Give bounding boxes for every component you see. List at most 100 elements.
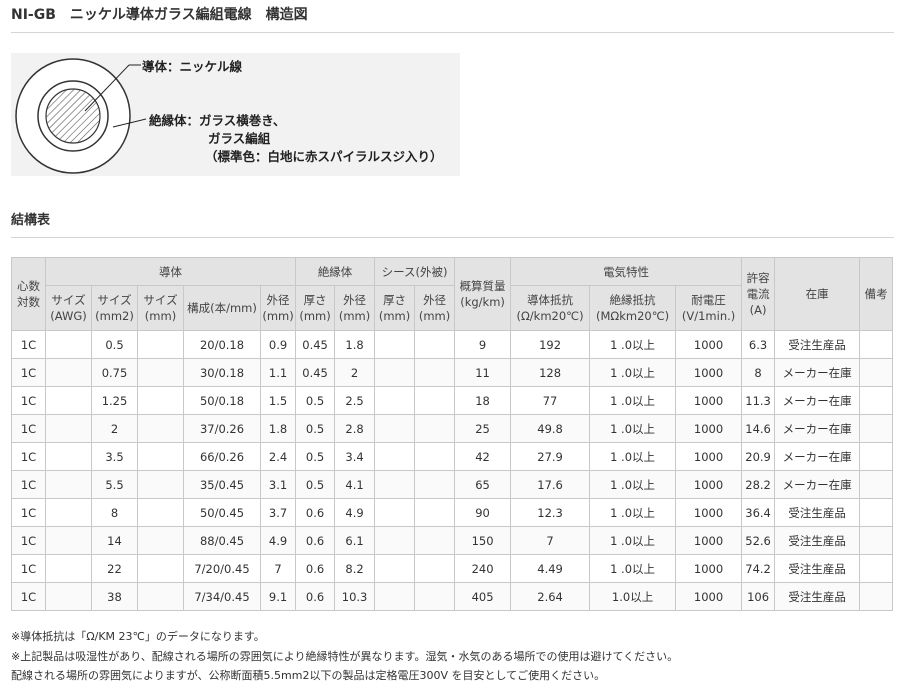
header-sheath-od: 外径(mm) [414, 285, 456, 331]
cell-stock: 受注生産品 [774, 554, 861, 583]
header-sheath: シース(外被) [374, 257, 456, 286]
cell-ins-od: 4.1 [334, 470, 376, 499]
cell-weight: 90 [454, 498, 512, 527]
cell-cond-od: 1.1 [259, 358, 297, 387]
header-electrical: 電気特性 [510, 257, 743, 286]
header-weight: 概算質量(kg/km) [454, 257, 512, 331]
header-insulation-resistance: 絶縁抵抗(MΩkm20℃) [589, 285, 677, 331]
cell-voltage: 1000 [675, 582, 743, 611]
structure-diagram: 導体：ニッケル線 絶縁体：ガラス横巻き、 ガラス編組 （標準色：白地に赤スパイラ… [11, 53, 460, 176]
header-conductor: 導体 [44, 257, 297, 286]
spec-table: 心数対数 導体 絶縁体 シース(外被) 概算質量(kg/km) 電気特性 許容電… [11, 257, 894, 611]
cell-cond-res: 4.49 [510, 554, 591, 583]
cell-cond-res: 17.6 [510, 470, 591, 499]
cell-sh-od [414, 470, 456, 499]
cell-ins-thick: 0.5 [295, 442, 336, 471]
cell-awg [45, 414, 92, 443]
cell-remarks [859, 330, 894, 359]
cell-awg [45, 498, 92, 527]
table-row: 1C 38 7/34/0.45 9.1 0.6 10.3 405 2.64 1.0以上 1000 1… [11, 582, 894, 611]
cell-cond-od: 2.4 [259, 442, 297, 471]
cell-ins-od: 3.4 [334, 442, 376, 471]
insulator-label-line2: ガラス編組 [208, 131, 271, 146]
cell-mm2: 0.75 [91, 358, 138, 387]
cell-current: 36.4 [741, 498, 776, 527]
table-row: 1C 2 37/0.26 1.8 0.5 2.8 25 49.8 1 .0以上 1000 14.6 メ… [11, 414, 894, 443]
cell-awg [45, 582, 92, 611]
cell-current: 20.9 [741, 442, 776, 471]
cell-ins-thick: 0.6 [295, 526, 336, 555]
cell-remarks [859, 470, 894, 499]
cell-weight: 150 [454, 526, 512, 555]
cell-ins-thick: 0.45 [295, 330, 336, 359]
cell-sh-thick [374, 442, 416, 471]
cell-ins-thick: 0.6 [295, 582, 336, 611]
cell-sh-thick [374, 582, 416, 611]
cell-weight: 405 [454, 582, 512, 611]
cell-cond-od: 1.5 [259, 386, 297, 415]
cell-composition: 88/0.45 [183, 526, 261, 555]
cell-ins-res: 1 .0以上 [589, 414, 677, 443]
cell-sh-thick [374, 498, 416, 527]
cell-ins-od: 8.2 [334, 554, 376, 583]
cell-cond-res: 77 [510, 386, 591, 415]
cell-ins-res: 1 .0以上 [589, 358, 677, 387]
cell-ins-res: 1 .0以上 [589, 554, 677, 583]
cell-mm [137, 442, 184, 471]
cell-voltage: 1000 [675, 442, 743, 471]
cell-mm [137, 358, 184, 387]
cell-weight: 9 [454, 330, 512, 359]
cell-ins-thick: 0.6 [295, 498, 336, 527]
cell-current: 14.6 [741, 414, 776, 443]
insulator-label-line1: 絶縁体：ガラス横巻き、 [149, 113, 286, 128]
header-conductor-od: 外径(mm) [259, 285, 297, 331]
cell-current: 11.3 [741, 386, 776, 415]
cell-current: 6.3 [741, 330, 776, 359]
header-size-mm2: サイズ(mm2) [91, 285, 138, 331]
cell-sh-thick [374, 330, 416, 359]
cell-voltage: 1000 [675, 526, 743, 555]
table-row: 1C 22 7/20/0.45 7 0.6 8.2 240 4.49 1 .0以上 1000 74.… [11, 554, 894, 583]
cell-cond-od: 4.9 [259, 526, 297, 555]
cell-awg [45, 358, 92, 387]
cell-ins-od: 4.9 [334, 498, 376, 527]
cell-sh-thick [374, 554, 416, 583]
conductor-circle [45, 88, 101, 144]
table-row: 1C 3.5 66/0.26 2.4 0.5 3.4 42 27.9 1 .0以上 1000 20.… [11, 442, 894, 471]
cell-remarks [859, 526, 894, 555]
cell-cores: 1C [11, 582, 46, 611]
cell-sh-thick [374, 358, 416, 387]
cell-voltage: 1000 [675, 498, 743, 527]
cell-stock: メーカー在庫 [774, 442, 861, 471]
cell-cores: 1C [11, 386, 46, 415]
header-current: 許容電流(A) [741, 257, 776, 331]
cell-sh-od [414, 358, 456, 387]
cell-remarks [859, 358, 894, 387]
cell-stock: 受注生産品 [774, 526, 861, 555]
cell-mm [137, 330, 184, 359]
cell-cores: 1C [11, 358, 46, 387]
header-insulator-od: 外径(mm) [334, 285, 376, 331]
cell-cond-od: 3.7 [259, 498, 297, 527]
cell-sh-thick [374, 386, 416, 415]
cell-sh-od [414, 554, 456, 583]
cell-mm2: 38 [91, 582, 138, 611]
cell-ins-thick: 0.45 [295, 358, 336, 387]
cell-sh-od [414, 386, 456, 415]
cell-mm [137, 414, 184, 443]
cell-weight: 240 [454, 554, 512, 583]
cell-ins-od: 2.5 [334, 386, 376, 415]
cell-cond-res: 12.3 [510, 498, 591, 527]
conductor-label: 導体：ニッケル線 [142, 59, 243, 74]
header-remarks: 備考 [859, 257, 894, 331]
cell-ins-thick: 0.5 [295, 470, 336, 499]
cell-current: 74.2 [741, 554, 776, 583]
table-row: 1C 8 50/0.45 3.7 0.6 4.9 90 12.3 1 .0以上 1000 36.4 受… [11, 498, 894, 527]
header-stock: 在庫 [774, 257, 861, 331]
cell-remarks [859, 386, 894, 415]
cell-awg [45, 442, 92, 471]
cell-sh-od [414, 526, 456, 555]
note-2: ※上記製品は吸湿性があり、配線される場所の雰囲気により絶縁特性が異なります。湿気… [11, 650, 679, 663]
cell-awg [45, 470, 92, 499]
cell-mm2: 22 [91, 554, 138, 583]
